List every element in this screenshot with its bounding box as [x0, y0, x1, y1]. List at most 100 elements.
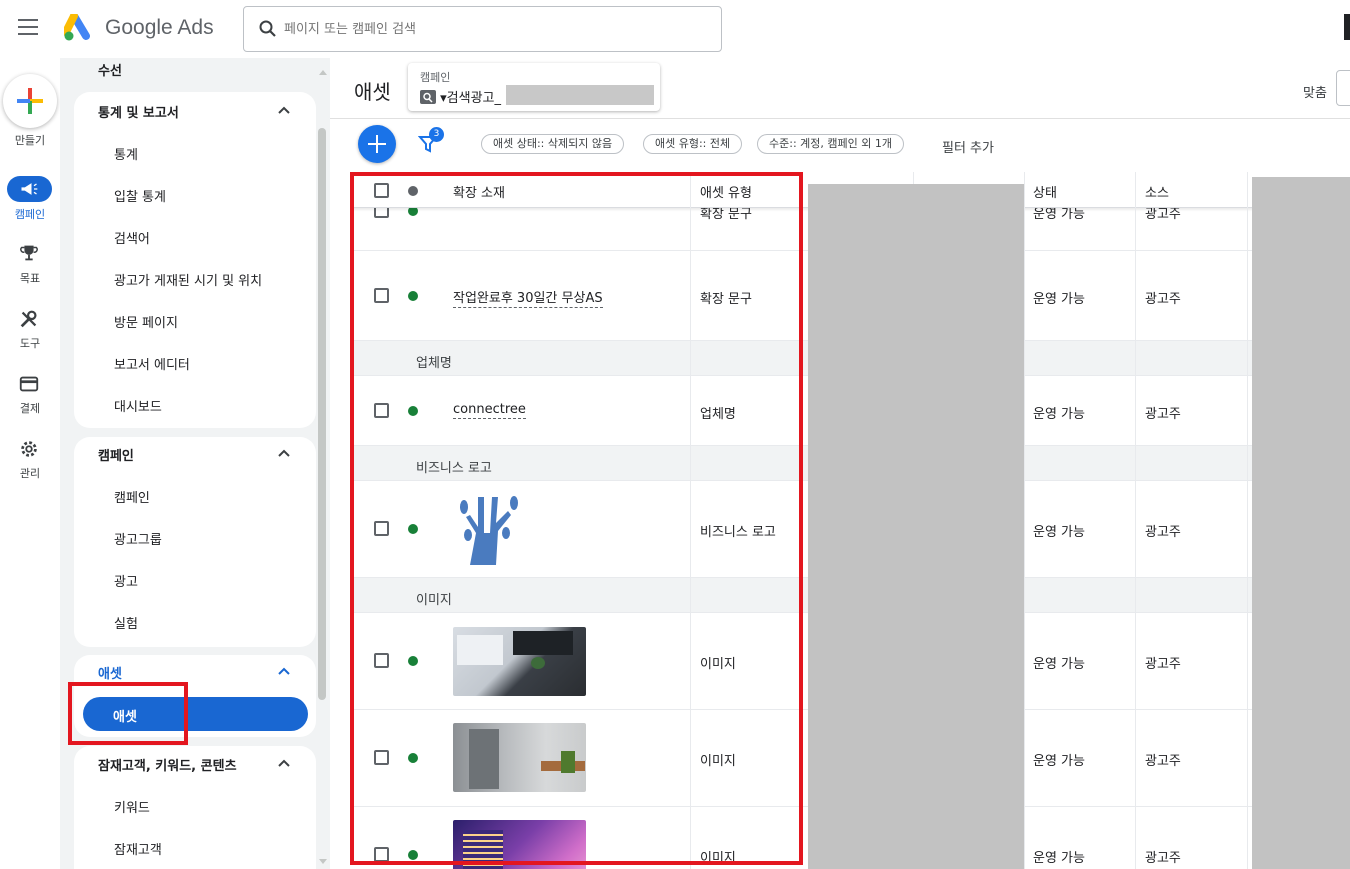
- rail-label-billing: 결제: [19, 402, 41, 415]
- credit-card-icon[interactable]: [18, 373, 40, 395]
- building-night-image[interactable]: [453, 820, 586, 869]
- row-checkbox[interactable]: [374, 288, 389, 303]
- sidebar-item-assets-active[interactable]: 애셋: [83, 697, 308, 731]
- cell-status: 운영 가능: [1033, 292, 1085, 307]
- search-icon: [259, 20, 276, 37]
- fit-dropdown[interactable]: [1336, 70, 1350, 106]
- sidebar-item-when-where[interactable]: 광고가 게재된 시기 및 위치: [114, 270, 262, 289]
- group-label: 이미지: [416, 593, 452, 608]
- group-label: 비즈니스 로고: [416, 461, 492, 476]
- tree-logo-image[interactable]: [456, 493, 520, 565]
- create-label: 만들기: [14, 134, 46, 147]
- chevron-up-icon[interactable]: [278, 106, 290, 114]
- section-title-audiences-keywords[interactable]: 잠재고객, 키워드, 콘텐츠: [98, 755, 237, 774]
- header-source[interactable]: 소스: [1145, 182, 1169, 201]
- cell-status: 운영 가능: [1033, 754, 1085, 769]
- header-asset[interactable]: 확장 소재: [453, 182, 505, 201]
- group-label: 업체명: [416, 356, 452, 371]
- campaign-selector-label: 캠페인: [420, 71, 451, 84]
- sidebar-item-auction-insights[interactable]: 입찰 통계: [114, 186, 166, 205]
- row-checkbox[interactable]: [374, 403, 389, 418]
- column-divider: [1135, 172, 1136, 869]
- header-asset-type[interactable]: 애셋 유형: [700, 182, 752, 201]
- rail-item-campaigns[interactable]: [7, 176, 52, 202]
- sidebar-item-stats[interactable]: 통계: [114, 144, 138, 163]
- gear-icon[interactable]: [18, 438, 40, 460]
- divider: [330, 118, 1350, 119]
- status-dot: [408, 656, 418, 666]
- select-all-checkbox[interactable]: [374, 183, 389, 198]
- campaign-selector[interactable]: 캠페인 ▾검색광고_: [408, 63, 660, 111]
- section-title-assets[interactable]: 애셋: [98, 663, 122, 682]
- sidebar-item-campaigns[interactable]: 캠페인: [114, 487, 150, 506]
- status-dot: [408, 850, 418, 860]
- column-divider: [690, 172, 691, 869]
- cell-asset-text[interactable]: 작업완료후 30일간 무상AS: [453, 287, 603, 308]
- sidebar-item-report-editor[interactable]: 보고서 에디터: [114, 354, 190, 373]
- status-dot: [408, 753, 418, 763]
- trophy-icon[interactable]: [18, 242, 40, 264]
- cell-source: 광고주: [1145, 657, 1181, 672]
- row-checkbox[interactable]: [374, 750, 389, 765]
- add-asset-button[interactable]: [358, 125, 396, 163]
- cell-source: 광고주: [1145, 292, 1181, 307]
- row-checkbox[interactable]: [374, 653, 389, 668]
- sidebar-item-search-terms[interactable]: 검색어: [114, 228, 150, 247]
- row-checkbox[interactable]: [374, 521, 389, 536]
- megaphone-icon: [21, 183, 38, 195]
- chevron-up-icon[interactable]: [278, 449, 290, 457]
- section-title-campaigns[interactable]: 캠페인: [98, 445, 134, 464]
- column-divider: [1247, 172, 1248, 869]
- create-button[interactable]: [3, 74, 57, 128]
- assets-table: 확장 소재 애셋 유형 상태 소스 확장 문구 운영 가능 광고주 작업완료후 …: [352, 172, 1350, 869]
- search-campaign-icon: [420, 90, 436, 104]
- chevron-up-icon[interactable]: [278, 759, 290, 767]
- cell-status: 운영 가능: [1033, 851, 1085, 866]
- office-interior-image[interactable]: [453, 723, 586, 792]
- sidebar-item-audiences[interactable]: 잠재고객: [114, 839, 162, 858]
- sidebar-item-dashboards[interactable]: 대시보드: [114, 396, 162, 415]
- row-checkbox[interactable]: [374, 847, 389, 862]
- cell-asset-text[interactable]: connectree: [453, 402, 526, 419]
- search-box[interactable]: [243, 6, 722, 52]
- rail-label-tools: 도구: [19, 337, 41, 350]
- top-bar: Google Ads: [0, 0, 1350, 58]
- sidebar-item-landing-pages[interactable]: 방문 페이지: [114, 312, 178, 331]
- tools-icon[interactable]: [18, 308, 40, 330]
- filter-chip-status[interactable]: 애셋 상태:: 삭제되지 않음: [481, 134, 625, 154]
- scroll-up-icon[interactable]: [318, 68, 328, 76]
- cell-status: 운영 가능: [1033, 525, 1085, 540]
- section-reports: 통계 및 보고서 통계 입찰 통계 검색어 광고가 게재된 시기 및 위치 방문…: [74, 92, 316, 428]
- rail-label-campaigns: 캠페인: [14, 208, 46, 221]
- office-workstation-image[interactable]: [453, 627, 586, 696]
- cell-source: 광고주: [1145, 525, 1181, 540]
- cell-asset-type: 비즈니스 로고: [700, 525, 776, 540]
- sidebar-item-experiments[interactable]: 실험: [114, 613, 138, 632]
- google-ads-logo: [64, 14, 90, 41]
- cell-source: 광고주: [1145, 851, 1181, 866]
- rail-label-admin: 관리: [19, 467, 41, 480]
- status-dot: [408, 406, 418, 416]
- section-campaigns: 캠페인 캠페인 광고그룹 광고 실험: [74, 437, 316, 647]
- cell-asset-type: 이미지: [700, 851, 736, 866]
- sidebar-item-ad-groups[interactable]: 광고그룹: [114, 529, 162, 548]
- cell-asset-type: 업체명: [700, 407, 736, 422]
- left-rail: 만들기 캠페인 목표 도구 결제 관리: [0, 58, 60, 869]
- filter-chip-type[interactable]: 애셋 유형:: 전체: [643, 134, 743, 154]
- search-input[interactable]: [284, 17, 704, 41]
- add-filter-button[interactable]: 필터 추가: [942, 137, 994, 156]
- top-right-edge-icon: [1344, 14, 1350, 40]
- section-title-reports[interactable]: 통계 및 보고서: [98, 102, 179, 121]
- sidebar-item-keywords[interactable]: 키워드: [114, 797, 150, 816]
- sidebar-scrollbar[interactable]: [318, 128, 326, 700]
- status-dot: [408, 291, 418, 301]
- scroll-down-icon[interactable]: [318, 858, 328, 866]
- chevron-up-icon[interactable]: [278, 667, 290, 675]
- status-dot: [408, 524, 418, 534]
- cell-asset-type: 이미지: [700, 754, 736, 769]
- filter-chip-level[interactable]: 수준:: 계정, 캠페인 외 1개: [757, 134, 904, 154]
- menu-icon[interactable]: [18, 19, 38, 35]
- cell-source: 광고주: [1145, 407, 1181, 422]
- header-status[interactable]: 상태: [1033, 182, 1057, 201]
- sidebar-item-ads[interactable]: 광고: [114, 571, 138, 590]
